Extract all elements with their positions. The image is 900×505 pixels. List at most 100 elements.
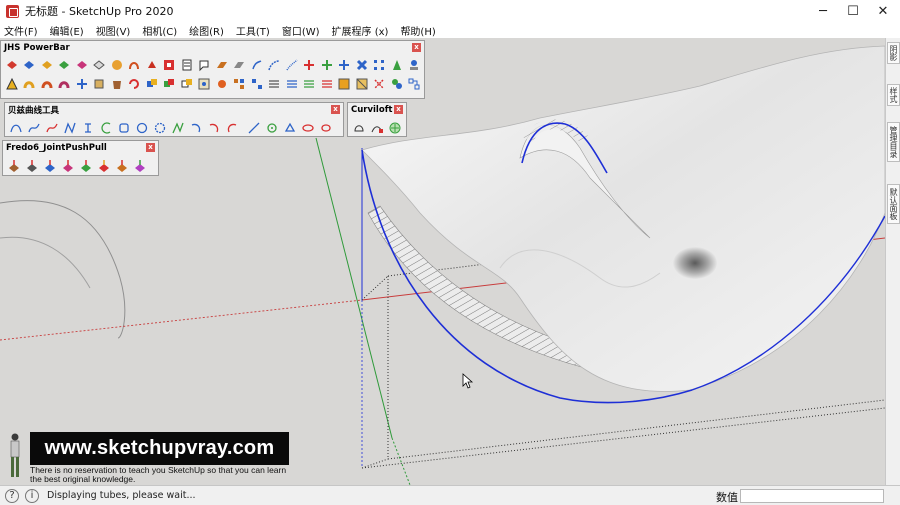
tool-icon[interactable]	[389, 57, 405, 73]
menu-edit[interactable]: 编辑(E)	[50, 23, 84, 38]
pushpull-icon[interactable]	[60, 158, 76, 174]
tool-icon[interactable]	[354, 76, 370, 92]
bezier-icon[interactable]	[282, 120, 298, 136]
model-viewport[interactable]: JHS PowerBar x 贝兹曲线工具 x Curviloft x Fred…	[0, 38, 885, 485]
pushpull-icon[interactable]	[24, 158, 40, 174]
bezier-icon[interactable]	[300, 120, 316, 136]
bezier-icon[interactable]	[8, 120, 24, 136]
tool-icon[interactable]	[284, 76, 300, 92]
tool-icon[interactable]	[4, 76, 20, 92]
tool-icon[interactable]	[4, 57, 20, 73]
tool-icon[interactable]	[337, 57, 353, 73]
pushpull-icon[interactable]	[114, 158, 130, 174]
tool-icon[interactable]	[92, 57, 108, 73]
tool-icon[interactable]	[74, 57, 90, 73]
tool-icon[interactable]	[162, 57, 178, 73]
bezier-icon[interactable]	[170, 120, 186, 136]
tool-icon[interactable]	[232, 76, 248, 92]
bezier-icon[interactable]	[206, 120, 222, 136]
tool-icon[interactable]	[197, 57, 213, 73]
pushpull-icon[interactable]	[132, 158, 148, 174]
pushpull-icon[interactable]	[78, 158, 94, 174]
bezier-icon[interactable]	[188, 120, 204, 136]
menu-help[interactable]: 帮助(H)	[400, 23, 435, 38]
tray-tab-shadows[interactable]: 阴影	[887, 42, 900, 64]
menu-draw[interactable]: 绘图(R)	[189, 23, 224, 38]
tool-icon[interactable]	[319, 76, 335, 92]
tool-icon[interactable]	[144, 76, 160, 92]
tool-icon[interactable]	[302, 57, 318, 73]
geo-location-icon[interactable]: ?	[5, 488, 19, 503]
info-icon[interactable]: i	[25, 488, 39, 503]
tool-icon[interactable]	[214, 57, 230, 73]
tool-icon[interactable]	[214, 76, 230, 92]
tool-icon[interactable]	[179, 57, 195, 73]
pushpull-icon[interactable]	[96, 158, 112, 174]
tool-icon[interactable]	[302, 76, 318, 92]
tool-icon[interactable]	[39, 57, 55, 73]
tool-icon[interactable]	[249, 76, 265, 92]
bezier-icon[interactable]	[44, 120, 60, 136]
tray-tab-manage[interactable]: 管理目录	[887, 122, 900, 162]
toolbar-close-button[interactable]: x	[146, 143, 155, 152]
minimize-button[interactable]: ─	[808, 0, 838, 22]
bezier-icon[interactable]	[62, 120, 78, 136]
measurements-input[interactable]	[740, 489, 884, 503]
skin-contours-icon[interactable]	[387, 120, 403, 136]
bezier-icon[interactable]	[116, 120, 132, 136]
tool-icon[interactable]	[57, 76, 73, 92]
tool-icon[interactable]	[127, 57, 143, 73]
tool-icon[interactable]	[22, 76, 38, 92]
toolbar-close-button[interactable]: x	[331, 105, 340, 114]
tool-icon[interactable]	[372, 76, 388, 92]
tool-icon[interactable]	[57, 57, 73, 73]
tool-icon[interactable]	[389, 76, 405, 92]
menu-tools[interactable]: 工具(T)	[236, 23, 270, 38]
tool-icon[interactable]	[39, 76, 55, 92]
tool-icon[interactable]	[162, 76, 178, 92]
tool-icon[interactable]	[267, 57, 283, 73]
tray-tab-styles[interactable]: 样式	[887, 84, 900, 106]
tool-icon[interactable]	[144, 57, 160, 73]
bezier-icon[interactable]	[246, 120, 262, 136]
loft-by-spline-icon[interactable]	[351, 120, 367, 136]
bezier-icon[interactable]	[264, 120, 280, 136]
maximize-button[interactable]: ☐	[838, 0, 868, 22]
bezier-icon[interactable]	[134, 120, 150, 136]
tool-icon[interactable]	[92, 76, 108, 92]
tool-icon[interactable]	[354, 57, 370, 73]
bezier-icon[interactable]	[26, 120, 42, 136]
toolbar-close-button[interactable]: x	[394, 105, 403, 114]
menu-camera[interactable]: 相机(C)	[142, 23, 177, 38]
tool-icon[interactable]	[22, 57, 38, 73]
tool-icon[interactable]	[407, 76, 423, 92]
tool-icon[interactable]	[319, 57, 335, 73]
bezier-icon[interactable]	[318, 120, 334, 136]
pushpull-icon[interactable]	[6, 158, 22, 174]
tool-icon[interactable]	[407, 57, 423, 73]
bezier-icon[interactable]	[80, 120, 96, 136]
close-button[interactable]: ✕	[868, 0, 898, 22]
tool-icon[interactable]	[197, 76, 213, 92]
tool-icon[interactable]	[109, 57, 125, 73]
menu-view[interactable]: 视图(V)	[96, 23, 131, 38]
tool-icon[interactable]	[232, 57, 248, 73]
loft-along-path-icon[interactable]	[369, 120, 385, 136]
menu-window[interactable]: 窗口(W)	[282, 23, 320, 38]
tool-icon[interactable]	[337, 76, 353, 92]
menu-extensions[interactable]: 扩展程序 (x)	[332, 23, 389, 38]
bezier-icon[interactable]	[152, 120, 168, 136]
tray-tab-default[interactable]: 默认面板	[887, 184, 900, 224]
bezier-icon[interactable]	[224, 120, 240, 136]
pushpull-icon[interactable]	[42, 158, 58, 174]
tool-icon[interactable]	[179, 76, 195, 92]
tool-icon[interactable]	[127, 76, 143, 92]
tool-icon[interactable]	[109, 76, 125, 92]
tool-icon[interactable]	[249, 57, 265, 73]
toolbar-close-button[interactable]: x	[412, 43, 421, 52]
menu-file[interactable]: 文件(F)	[4, 23, 38, 38]
bezier-icon[interactable]	[98, 120, 114, 136]
tool-icon[interactable]	[284, 57, 300, 73]
tool-icon[interactable]	[267, 76, 283, 92]
tool-icon[interactable]	[372, 57, 388, 73]
